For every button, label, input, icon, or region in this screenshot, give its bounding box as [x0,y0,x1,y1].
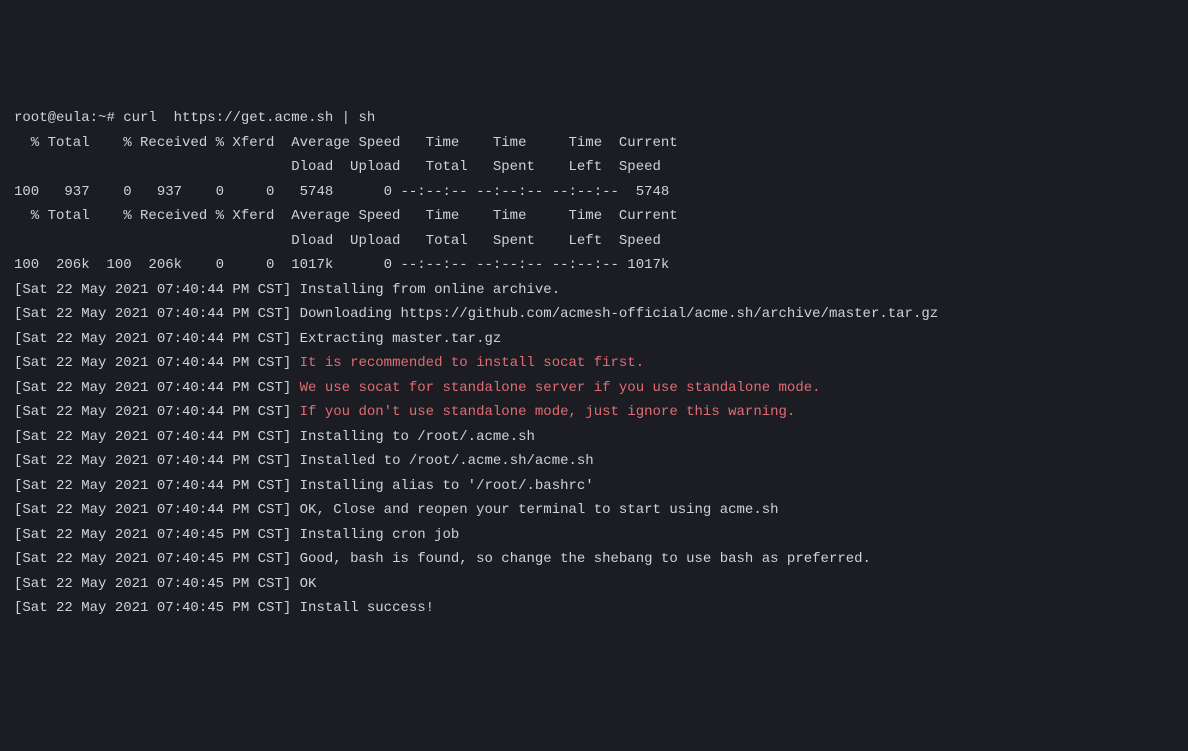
log-warning-message: If you don't use standalone mode, just i… [300,404,796,420]
prompt-line: root@eula:~# curl https://get.acme.sh | … [14,110,375,126]
curl-progress: 100 206k 100 206k 0 0 1017k 0 --:--:-- -… [14,257,669,273]
log-message: OK [300,576,317,592]
log-timestamp: [Sat 22 May 2021 07:40:44 PM CST] [14,355,300,371]
log-line: [Sat 22 May 2021 07:40:45 PM CST] OK [14,576,316,592]
log-line: [Sat 22 May 2021 07:40:45 PM CST] Instal… [14,527,459,543]
log-timestamp: [Sat 22 May 2021 07:40:44 PM CST] [14,502,300,518]
curl-header: % Total % Received % Xferd Average Speed… [14,135,678,151]
log-timestamp: [Sat 22 May 2021 07:40:44 PM CST] [14,429,300,445]
log-line: [Sat 22 May 2021 07:40:45 PM CST] Good, … [14,551,871,567]
log-message: Good, bash is found, so change the sheba… [300,551,871,567]
log-warning-message: We use socat for standalone server if yo… [300,380,821,396]
log-line: [Sat 22 May 2021 07:40:45 PM CST] Instal… [14,600,434,616]
log-message: Install success! [300,600,434,616]
log-timestamp: [Sat 22 May 2021 07:40:44 PM CST] [14,453,300,469]
log-timestamp: [Sat 22 May 2021 07:40:45 PM CST] [14,600,300,616]
log-warning-message: It is recommended to install socat first… [300,355,644,371]
log-message: Installing cron job [300,527,460,543]
log-message: Installing alias to '/root/.bashrc' [300,478,594,494]
log-timestamp: [Sat 22 May 2021 07:40:45 PM CST] [14,551,300,567]
log-line: [Sat 22 May 2021 07:40:44 PM CST] OK, Cl… [14,502,779,518]
log-timestamp: [Sat 22 May 2021 07:40:45 PM CST] [14,576,300,592]
log-timestamp: [Sat 22 May 2021 07:40:44 PM CST] [14,282,300,298]
log-message: Extracting master.tar.gz [300,331,502,347]
command-text: curl https://get.acme.sh | sh [123,110,375,126]
log-message: OK, Close and reopen your terminal to st… [300,502,779,518]
terminal-output: root@eula:~# curl https://get.acme.sh | … [14,106,1174,621]
log-line-warning: [Sat 22 May 2021 07:40:44 PM CST] It is … [14,355,644,371]
log-message: Installed to /root/.acme.sh/acme.sh [300,453,594,469]
curl-progress: 100 937 0 937 0 0 5748 0 --:--:-- --:--:… [14,184,669,200]
prompt-user-host: root@eula [14,110,90,126]
log-timestamp: [Sat 22 May 2021 07:40:44 PM CST] [14,380,300,396]
log-timestamp: [Sat 22 May 2021 07:40:44 PM CST] [14,478,300,494]
log-timestamp: [Sat 22 May 2021 07:40:44 PM CST] [14,404,300,420]
log-line: [Sat 22 May 2021 07:40:44 PM CST] Instal… [14,453,594,469]
log-line: [Sat 22 May 2021 07:40:44 PM CST] Downlo… [14,306,938,322]
log-timestamp: [Sat 22 May 2021 07:40:44 PM CST] [14,331,300,347]
log-line: [Sat 22 May 2021 07:40:44 PM CST] Instal… [14,282,560,298]
log-timestamp: [Sat 22 May 2021 07:40:44 PM CST] [14,306,300,322]
log-message: Installing from online archive. [300,282,560,298]
log-line-warning: [Sat 22 May 2021 07:40:44 PM CST] If you… [14,404,795,420]
log-line: [Sat 22 May 2021 07:40:44 PM CST] Instal… [14,478,594,494]
log-line-warning: [Sat 22 May 2021 07:40:44 PM CST] We use… [14,380,821,396]
log-line: [Sat 22 May 2021 07:40:44 PM CST] Instal… [14,429,535,445]
log-message: Downloading https://github.com/acmesh-of… [300,306,939,322]
curl-header: Dload Upload Total Spent Left Speed [14,159,661,175]
curl-header: % Total % Received % Xferd Average Speed… [14,208,678,224]
log-line: [Sat 22 May 2021 07:40:44 PM CST] Extrac… [14,331,501,347]
log-timestamp: [Sat 22 May 2021 07:40:45 PM CST] [14,527,300,543]
curl-header: Dload Upload Total Spent Left Speed [14,233,661,249]
log-message: Installing to /root/.acme.sh [300,429,535,445]
